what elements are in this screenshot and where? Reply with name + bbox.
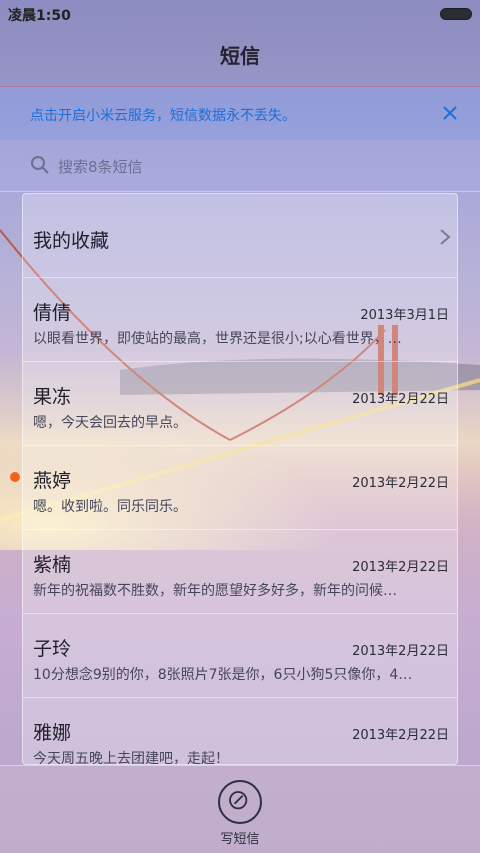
status-bar: 凌晨1:50: [0, 0, 480, 28]
conversation-row[interactable]: 雅娜 2013年2月22日 今天周五晚上去团建吧，走起！: [23, 698, 457, 765]
unread-dot: [10, 472, 20, 482]
contact-name: 燕婷: [33, 470, 72, 492]
message-preview: 新年的祝福数不胜数，新年的愿望好多好多，新年的问候…: [33, 583, 397, 599]
message-date: 2013年2月22日: [352, 392, 449, 407]
search-input[interactable]: 搜索8条短信: [58, 156, 143, 177]
message-date: 2013年2月22日: [352, 560, 449, 575]
favorites-row[interactable]: 我的收藏: [23, 194, 457, 278]
message-preview: 嗯，今天会回去的早点。: [33, 415, 187, 431]
compose-label[interactable]: 写短信: [0, 828, 480, 847]
message-preview: 10分想念9别的你，8张照片7张是你，6只小狗5只像你，4…: [33, 667, 413, 683]
compose-icon: [229, 791, 248, 810]
message-date: 2013年2月22日: [352, 476, 449, 491]
conversation-row[interactable]: 果冻 2013年2月22日 嗯，今天会回去的早点。: [23, 362, 457, 446]
conversation-row[interactable]: 倩倩 2013年3月1日 以眼看世界，即使站的最高，世界还是很小;以心看世界，…: [23, 278, 457, 362]
clock: 凌晨1:50: [8, 8, 71, 24]
chevron-right-icon: [440, 229, 451, 245]
message-date: 2013年3月1日: [360, 308, 449, 323]
contact-name: 子玲: [33, 638, 72, 660]
compose-button[interactable]: [218, 780, 262, 824]
message-date: 2013年2月22日: [352, 728, 449, 743]
conversation-row[interactable]: 紫楠 2013年2月22日 新年的祝福数不胜数，新年的愿望好多好多，新年的问候…: [23, 530, 457, 614]
cloud-service-banner[interactable]: 点击开启小米云服务，短信数据永不丢失。: [0, 86, 480, 140]
conversation-row[interactable]: 燕婷 2013年2月22日 嗯。收到啦。同乐同乐。: [23, 446, 457, 530]
search-bar[interactable]: 搜索8条短信: [0, 140, 480, 192]
bottom-bar: 写短信: [0, 765, 480, 853]
close-icon[interactable]: [436, 99, 464, 127]
contact-name: 倩倩: [33, 302, 72, 324]
message-preview: 以眼看世界，即使站的最高，世界还是很小;以心看世界，…: [33, 331, 402, 347]
message-preview: 嗯。收到啦。同乐同乐。: [33, 499, 187, 515]
battery-icon: [440, 8, 472, 20]
cloud-banner-text[interactable]: 点击开启小米云服务，短信数据永不丢失。: [30, 105, 296, 125]
conversation-row[interactable]: 子玲 2013年2月22日 10分想念9别的你，8张照片7张是你，6只小狗5只像…: [23, 614, 457, 698]
message-preview: 今天周五晚上去团建吧，走起！: [33, 751, 229, 765]
contact-name: 果冻: [33, 386, 72, 408]
page-title: 短信: [220, 44, 260, 68]
contact-name: 雅娜: [33, 722, 72, 744]
favorites-label: 我的收藏: [33, 230, 110, 252]
message-date: 2013年2月22日: [352, 644, 449, 659]
search-icon: [31, 156, 49, 174]
contact-name: 紫楠: [33, 554, 72, 576]
conversation-list: 我的收藏 倩倩 2013年3月1日 以眼看世界，即使站的最高，世界还是很小;以心…: [22, 193, 458, 765]
